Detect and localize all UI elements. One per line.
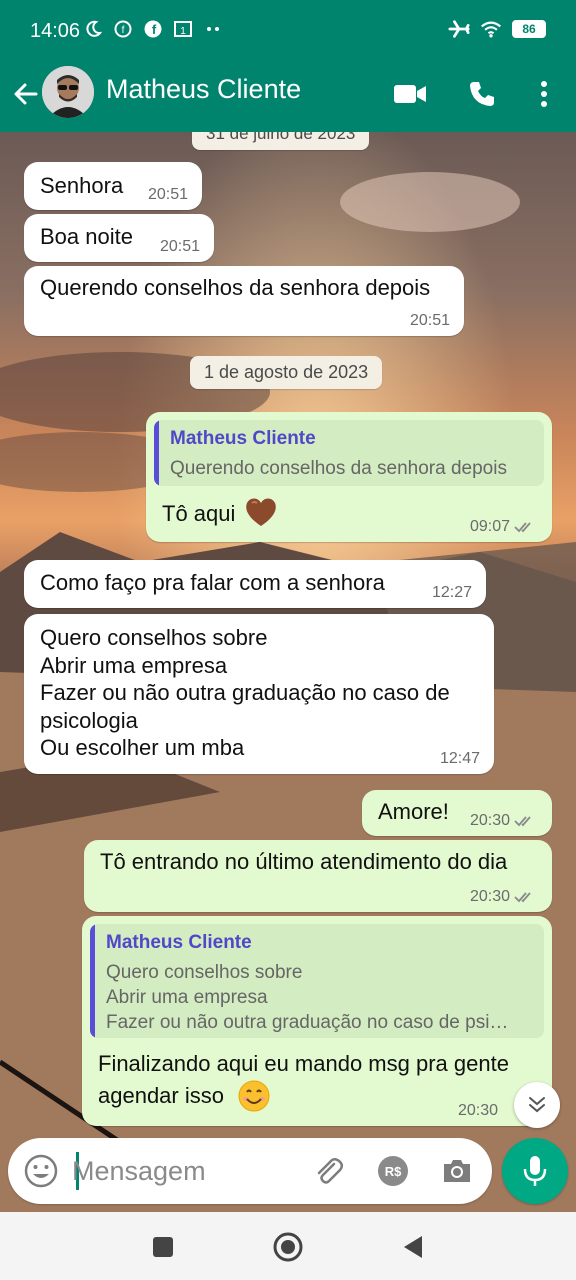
message-text: Senhora xyxy=(40,173,124,198)
message-time: 20:30 xyxy=(470,888,536,906)
video-call-icon[interactable] xyxy=(392,76,428,112)
double-check-icon xyxy=(514,816,531,827)
mic-icon xyxy=(523,1156,547,1186)
message-text: Amore! xyxy=(378,799,449,824)
notification-1-icon: 1 xyxy=(172,18,194,40)
avatar[interactable] xyxy=(42,66,94,118)
message-line: Ou escolher um mba xyxy=(40,735,245,760)
quote-bar xyxy=(90,924,95,1038)
quoted-message[interactable]: Matheus Cliente Quero conselhos sobre Ab… xyxy=(90,924,544,1038)
voice-call-icon[interactable] xyxy=(464,76,500,112)
message-time: 12:47 xyxy=(439,750,480,767)
airplane-icon xyxy=(448,18,470,40)
heart-emoji xyxy=(244,496,278,534)
message-incoming[interactable]: Senhora 20:51 xyxy=(24,162,202,210)
status-bar: 14:06 f f 1 86 xyxy=(0,0,576,62)
camera-icon[interactable] xyxy=(438,1152,476,1190)
message-text: Finalizando aqui eu mando msg pra gente … xyxy=(98,1048,509,1112)
more-vert-icon[interactable] xyxy=(526,76,562,112)
quote-bar xyxy=(154,420,159,486)
back-arrow-icon[interactable] xyxy=(8,76,44,112)
quoted-sender: Matheus Cliente xyxy=(106,932,252,953)
message-incoming[interactable]: Querendo conselhos da senhora depois 20:… xyxy=(24,266,464,336)
svg-text:f: f xyxy=(122,25,125,36)
message-incoming[interactable]: Quero conselhos sobre Abrir uma empresa … xyxy=(24,614,494,774)
back-icon[interactable] xyxy=(396,1230,430,1264)
quoted-text: Querendo conselhos da senhora depois xyxy=(170,458,507,479)
battery-icon: 86 xyxy=(512,20,546,38)
double-check-icon xyxy=(514,522,531,533)
message-time-text: 20:30 xyxy=(469,812,510,829)
message-line: Fazer ou não outra graduação no caso de xyxy=(40,680,450,705)
double-chevron-down-icon xyxy=(529,1097,545,1113)
message-line: Finalizando aqui eu mando msg pra gente xyxy=(98,1051,509,1076)
wifi-icon xyxy=(480,18,502,40)
message-time: 20:30 xyxy=(457,1102,498,1119)
message-text: Quero conselhos sobre Abrir uma empresa … xyxy=(40,624,450,762)
facebook-icon: f xyxy=(142,18,164,40)
message-outgoing[interactable]: Amore! 20:30 xyxy=(362,790,552,836)
svg-text:1: 1 xyxy=(180,26,186,37)
message-time-text: 09:07 xyxy=(469,518,510,535)
smile-emoji xyxy=(238,1080,270,1118)
message-incoming[interactable]: Boa noite 20:51 xyxy=(24,214,214,262)
message-text: Boa noite xyxy=(40,224,133,249)
message-time-text: 20:30 xyxy=(469,888,510,905)
message-line: Abrir uma empresa xyxy=(40,652,228,678)
home-icon[interactable] xyxy=(271,1230,305,1264)
message-time: 20:51 xyxy=(159,238,200,255)
recents-icon[interactable] xyxy=(146,1230,180,1264)
date-divider-partial: 31 de julho de 2023 xyxy=(192,132,370,150)
message-outgoing-reply[interactable]: Matheus Cliente Quero conselhos sobre Ab… xyxy=(82,916,552,1126)
system-nav-bar xyxy=(0,1212,576,1280)
message-composer: R$ xyxy=(8,1138,492,1204)
chat-area[interactable]: 31 de julho de 2023 Senhora 20:51 Boa no… xyxy=(0,132,576,1212)
message-text: Querendo conselhos da senhora depois xyxy=(40,275,431,300)
message-line: Quero conselhos sobre xyxy=(40,625,268,650)
message-text: Tô aqui xyxy=(162,501,236,526)
message-outgoing[interactable]: Tô entrando no último atendimento do dia… xyxy=(84,840,552,912)
more-dots-icon xyxy=(202,18,224,40)
message-input[interactable] xyxy=(72,1148,292,1194)
svg-text:f: f xyxy=(152,22,157,37)
quoted-text: Fazer ou não outra graduação no caso de … xyxy=(106,1012,509,1033)
moon-icon xyxy=(82,18,104,40)
attach-icon[interactable] xyxy=(310,1152,348,1190)
message-text: Como faço pra falar com a senhora xyxy=(40,570,385,595)
message-incoming[interactable]: Como faço pra falar com a senhora 12:27 xyxy=(24,560,486,608)
facebook-messenger-icon: f xyxy=(112,18,134,40)
message-time: 20:51 xyxy=(147,186,188,203)
message-time: 20:30 xyxy=(470,812,536,830)
emoji-icon[interactable] xyxy=(22,1152,60,1190)
double-check-icon xyxy=(514,892,531,903)
quoted-text: Quero conselhos sobre xyxy=(106,962,303,983)
mic-button[interactable] xyxy=(502,1138,568,1204)
contact-name[interactable]: Matheus Cliente xyxy=(106,74,301,105)
pix-rs-icon[interactable]: R$ xyxy=(374,1152,412,1190)
scroll-to-bottom-button[interactable] xyxy=(514,1082,560,1128)
quoted-sender: Matheus Cliente xyxy=(170,428,316,449)
quoted-message[interactable]: Matheus Cliente Querendo conselhos da se… xyxy=(154,420,544,486)
message-time: 09:07 xyxy=(470,518,536,536)
date-divider: 1 de agosto de 2023 xyxy=(190,356,383,389)
message-time: 12:27 xyxy=(431,584,472,601)
message-line: psicologia xyxy=(40,707,138,733)
quoted-text: Abrir uma empresa xyxy=(106,987,268,1008)
message-text: Tô entrando no último atendimento do dia xyxy=(100,849,508,874)
status-time: 14:06 xyxy=(30,20,81,42)
chat-header: Matheus Cliente xyxy=(0,62,576,132)
message-line: agendar isso xyxy=(98,1083,224,1108)
message-outgoing-reply[interactable]: Matheus Cliente Querendo conselhos da se… xyxy=(146,412,552,542)
message-time: 20:51 xyxy=(409,312,450,329)
rs-label: R$ xyxy=(378,1156,408,1186)
